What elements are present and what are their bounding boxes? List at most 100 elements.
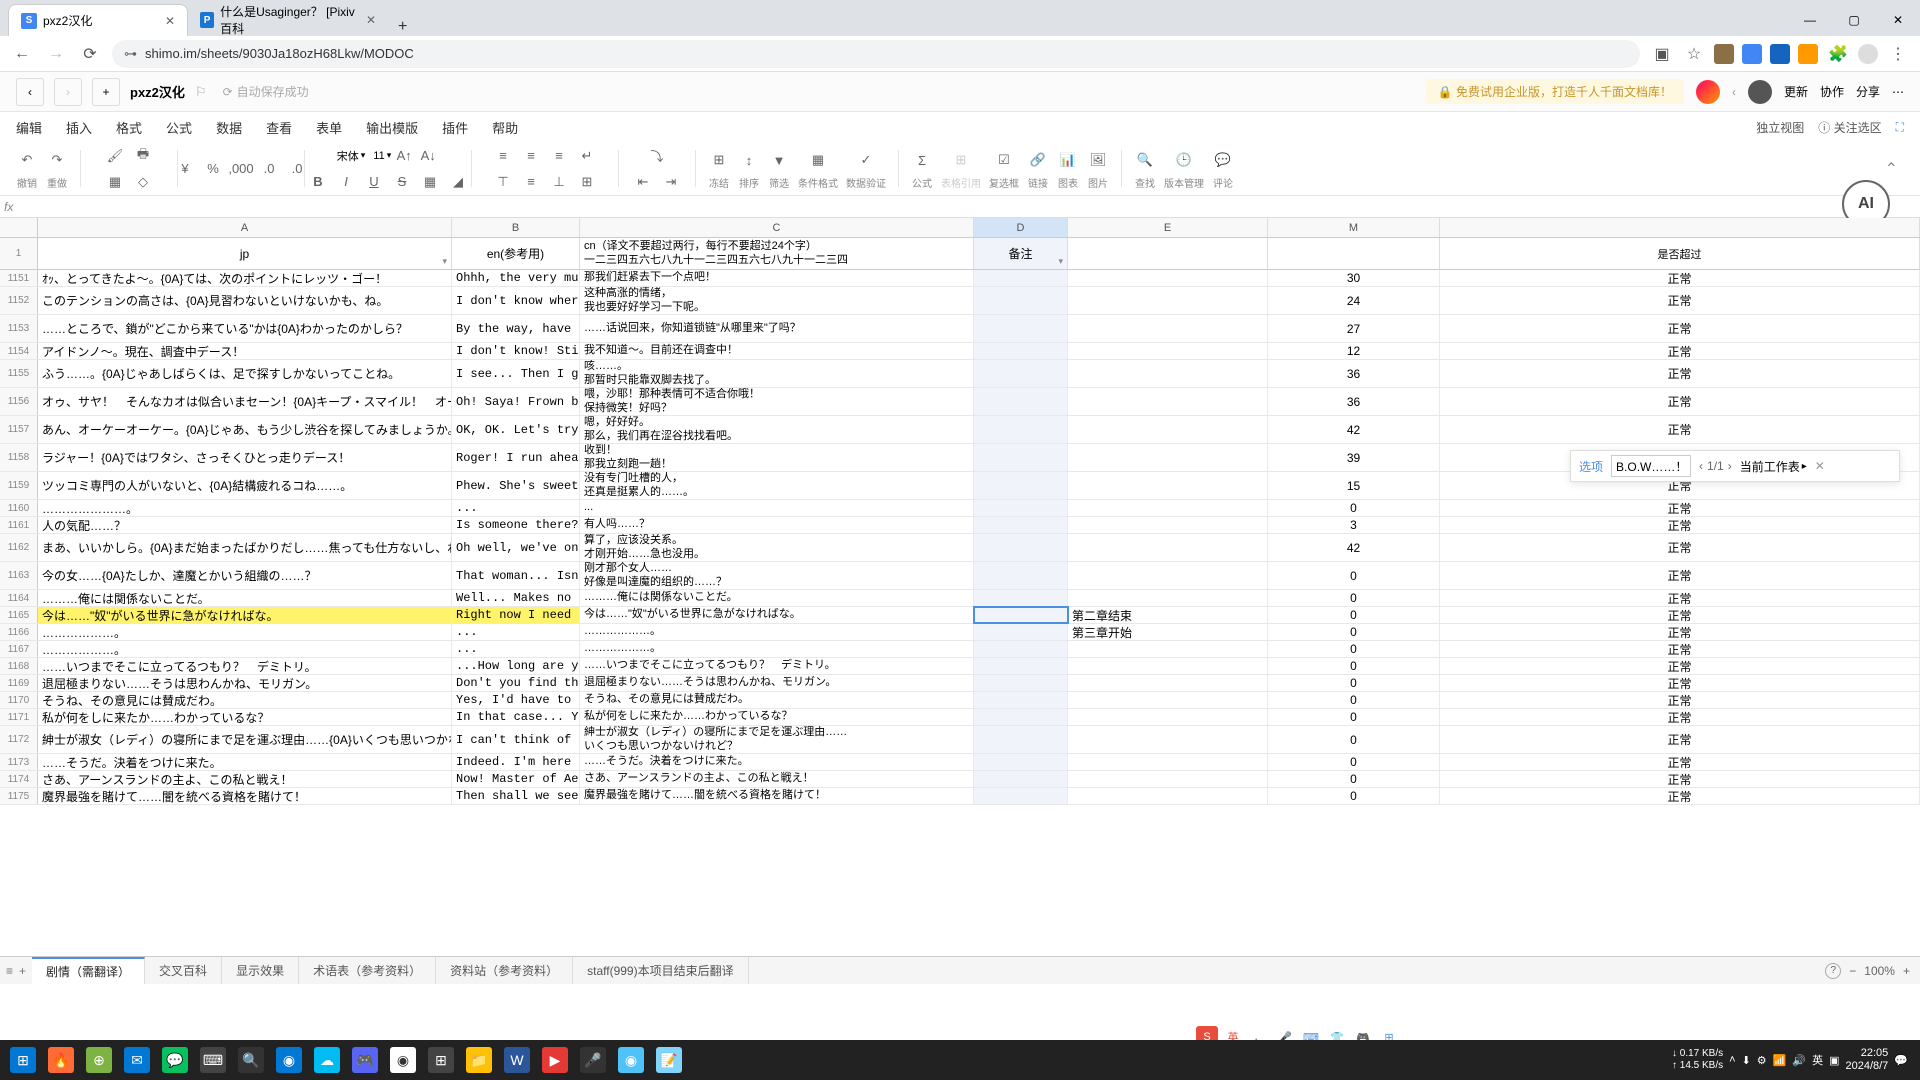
more-icon[interactable]: ⋯: [1892, 85, 1904, 99]
history-icon[interactable]: 🕒: [1173, 149, 1195, 171]
cell-jp[interactable]: このテンションの高さは、{0A}見習わないといけないかも、ね。: [38, 287, 452, 314]
cell-status[interactable]: 正常: [1440, 788, 1920, 804]
cell-count[interactable]: 42: [1268, 416, 1440, 443]
row-number[interactable]: 1157: [0, 416, 38, 443]
cell-en[interactable]: Now! Master of Aensl: [452, 771, 580, 787]
cell-note[interactable]: [1068, 343, 1268, 359]
cell-jp[interactable]: 人の気配……？: [38, 517, 452, 533]
header-status[interactable]: 是否超过: [1440, 238, 1920, 269]
cell-cn[interactable]: 那我们赶紧去下一个点吧！: [580, 270, 974, 286]
cell-count[interactable]: 15: [1268, 472, 1440, 499]
cell-jp[interactable]: ……いつまでそこに立ってるつもり？ デミトリ。: [38, 658, 452, 674]
cell-note[interactable]: [1068, 500, 1268, 516]
cell-remark[interactable]: [974, 444, 1068, 471]
cell-cn[interactable]: 收到！ 那我立刻跑一趟！: [580, 444, 974, 471]
tray-icon[interactable]: ⬇: [1742, 1054, 1751, 1067]
maximize-icon[interactable]: ▢: [1832, 4, 1876, 36]
taskbar-app[interactable]: ◉: [270, 1041, 308, 1079]
undo-icon[interactable]: ↶: [16, 149, 38, 171]
cell-en[interactable]: Right now I need to: [452, 607, 580, 623]
validation-icon[interactable]: ✓: [855, 149, 877, 171]
cell-status[interactable]: 正常: [1440, 534, 1920, 561]
cell-note[interactable]: 第二章结束: [1068, 607, 1268, 623]
cell-en[interactable]: Then shall we see wh: [452, 788, 580, 804]
cell-count[interactable]: 3: [1268, 517, 1440, 533]
cell-en[interactable]: I don't know! Still: [452, 343, 580, 359]
cell-count[interactable]: 39: [1268, 444, 1440, 471]
cell-note[interactable]: [1068, 726, 1268, 753]
row-number[interactable]: 1173: [0, 754, 38, 770]
follow-selection[interactable]: ⓘ 关注选区: [1818, 119, 1881, 136]
underline-icon[interactable]: U: [363, 171, 385, 193]
expand-icon[interactable]: ⛶: [1896, 120, 1904, 135]
row-number[interactable]: 1158: [0, 444, 38, 471]
cell-note[interactable]: [1068, 416, 1268, 443]
sort-icon[interactable]: ↕: [738, 149, 760, 171]
row-number[interactable]: 1168: [0, 658, 38, 674]
cell-cn[interactable]: さあ、アーンスランドの主よ、この私と戦え！: [580, 771, 974, 787]
cell-status[interactable]: 正常: [1440, 562, 1920, 589]
taskbar-word[interactable]: W: [498, 1041, 536, 1079]
cell-count[interactable]: 24: [1268, 287, 1440, 314]
row-number[interactable]: 1166: [0, 624, 38, 640]
cell-remark[interactable]: [974, 270, 1068, 286]
cell-count[interactable]: 0: [1268, 624, 1440, 640]
dec-inc-icon[interactable]: .0: [258, 158, 280, 180]
row-number[interactable]: 1170: [0, 692, 38, 708]
cell-jp[interactable]: ………………。: [38, 624, 452, 640]
align-left-icon[interactable]: ≡: [492, 145, 514, 167]
zoom-out-icon[interactable]: −: [1849, 964, 1856, 978]
browser-tab[interactable]: P 什么是Usaginger？ [Pixiv百科 ✕: [188, 4, 388, 36]
col-header-extra[interactable]: [1440, 218, 1920, 237]
extensions-icon[interactable]: 🧩: [1826, 42, 1850, 66]
help-icon[interactable]: ?: [1825, 963, 1841, 979]
cell-status[interactable]: 正常: [1440, 315, 1920, 342]
cell-cn[interactable]: 没有专门吐槽的人， 还真是挺累人的……。: [580, 472, 974, 499]
filter-icon[interactable]: ▼: [768, 149, 790, 171]
indent-dec-icon[interactable]: ⇤: [632, 171, 654, 193]
cell-note[interactable]: 第三章开始: [1068, 624, 1268, 640]
cell-cn[interactable]: ……いつまでそこに立ってるつもり？ デミトリ。: [580, 658, 974, 674]
header-action[interactable]: 分享: [1856, 83, 1880, 100]
cell-status[interactable]: 正常: [1440, 771, 1920, 787]
cell-count[interactable]: 36: [1268, 388, 1440, 415]
upgrade-banner[interactable]: 🔒 免费试用企业版，打造千人千面文档库！: [1426, 79, 1684, 104]
chart-icon[interactable]: 📊: [1057, 149, 1079, 171]
cell-count[interactable]: 0: [1268, 562, 1440, 589]
fontsize-dec-icon[interactable]: A↓: [417, 145, 439, 167]
cell-cn[interactable]: 嗯，好好好。 那么，我们再在涩谷找找看吧。: [580, 416, 974, 443]
cell-remark[interactable]: [974, 726, 1068, 753]
cell-en[interactable]: That woman... Isn't: [452, 562, 580, 589]
taskbar-app[interactable]: ⊕: [80, 1041, 118, 1079]
valign-mid-icon[interactable]: ≡: [520, 171, 542, 193]
cell-status[interactable]: 正常: [1440, 270, 1920, 286]
border-icon[interactable]: ▦: [419, 171, 441, 193]
taskbar-app[interactable]: 💬: [156, 1041, 194, 1079]
col-header-a[interactable]: A: [38, 218, 452, 237]
cell-jp[interactable]: ふう……。{0A}じゃあしばらくは、足で探すしかないってことね。: [38, 360, 452, 387]
cell-status[interactable]: 正常: [1440, 624, 1920, 640]
checkbox-icon[interactable]: ☑: [993, 149, 1015, 171]
cell-count[interactable]: 12: [1268, 343, 1440, 359]
row-number[interactable]: 1: [0, 238, 38, 269]
cell-remark[interactable]: [974, 788, 1068, 804]
cell-note[interactable]: [1068, 270, 1268, 286]
tray-lang-icon[interactable]: 英: [1812, 1052, 1823, 1068]
freeze-icon[interactable]: ⊞: [708, 149, 730, 171]
cell-note[interactable]: [1068, 754, 1268, 770]
search-next-icon[interactable]: ›: [1728, 459, 1732, 473]
row-number[interactable]: 1151: [0, 270, 38, 286]
taskbar-search[interactable]: 🔍: [232, 1041, 270, 1079]
col-header-d[interactable]: D: [974, 218, 1068, 237]
close-tab-icon[interactable]: ✕: [366, 13, 376, 27]
cell-remark[interactable]: [974, 607, 1068, 623]
link-icon[interactable]: 🔗: [1027, 149, 1049, 171]
cond-format-icon[interactable]: ▦: [807, 149, 829, 171]
row-number[interactable]: 1160: [0, 500, 38, 516]
paint-icon[interactable]: 🖌: [104, 145, 126, 167]
chevron-right-icon[interactable]: ▸: [1802, 461, 1807, 472]
cell-en[interactable]: By the way, have you: [452, 315, 580, 342]
menu-edit[interactable]: 编辑: [16, 118, 42, 137]
cell-status[interactable]: 正常: [1440, 692, 1920, 708]
cell-cn[interactable]: 算了，应该没关系。 才刚开始……急也没用。: [580, 534, 974, 561]
